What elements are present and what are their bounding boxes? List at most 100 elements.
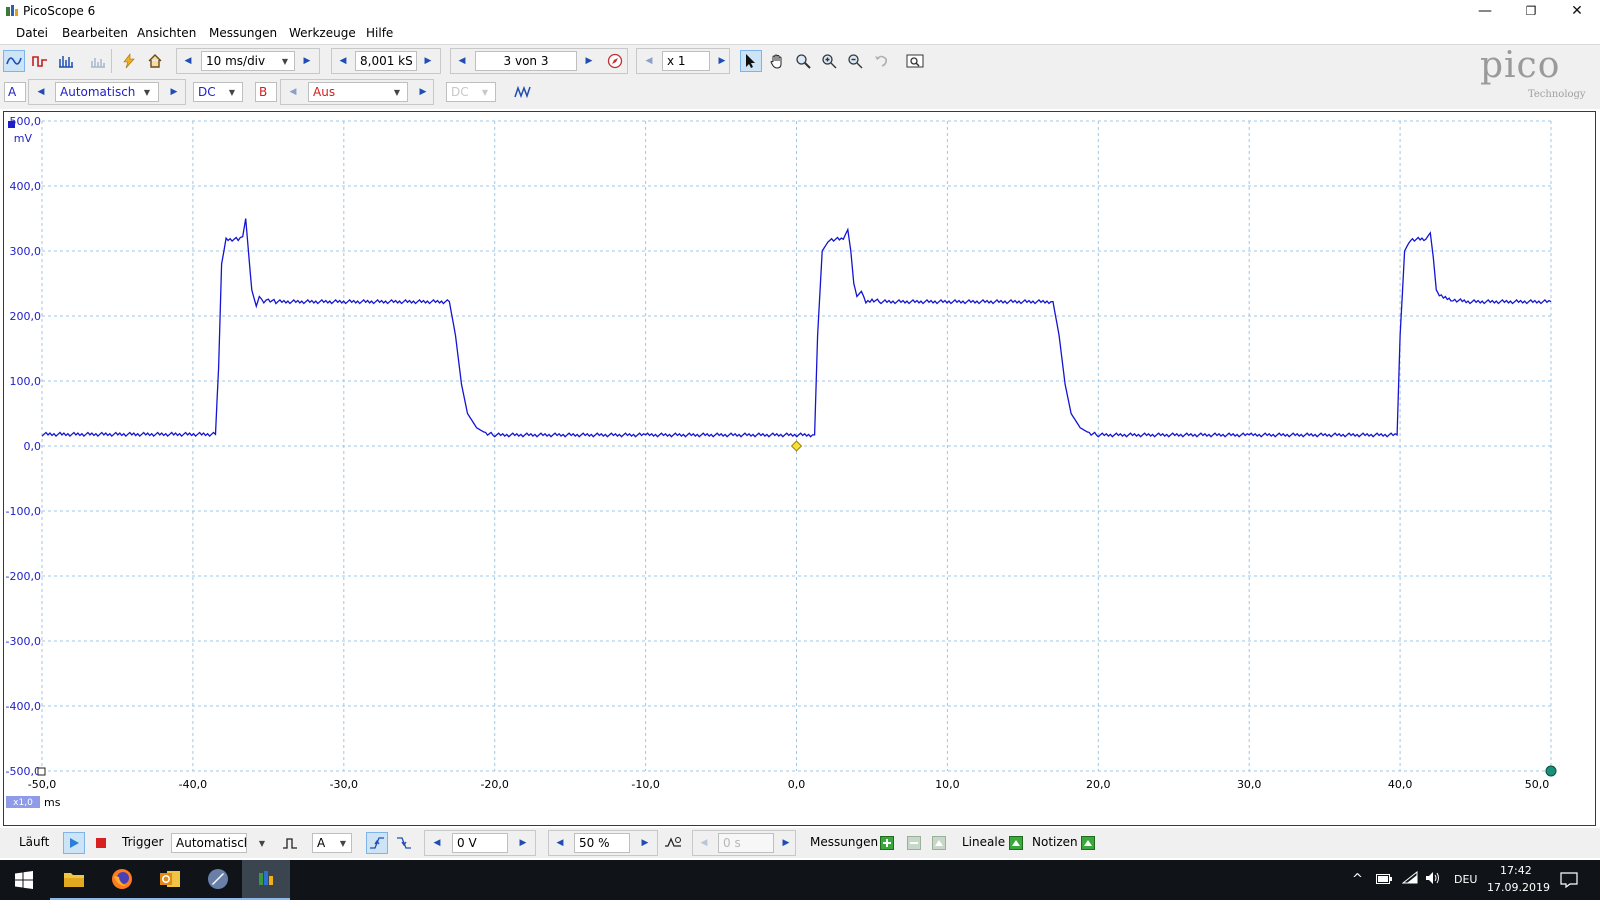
threshold-prev-arrow-icon[interactable]: ◀ [428, 832, 446, 854]
menu-bearbeiten[interactable]: Bearbeiten [62, 26, 128, 40]
picoscope-taskbar-icon[interactable] [242, 860, 290, 900]
stop-button[interactable] [90, 832, 112, 854]
samples-prev-arrow-icon[interactable]: ◀ [334, 50, 352, 72]
zoom-out-icon[interactable] [844, 50, 866, 72]
chevron-down-icon: ▼ [481, 87, 489, 97]
language-indicator[interactable]: DEU [1454, 873, 1477, 886]
x-tick-label: -30,0 [330, 778, 358, 791]
rulers-toggle-icon[interactable] [1005, 832, 1027, 854]
menu-werkzeuge[interactable]: Werkzeuge [289, 26, 356, 40]
chevron-up-icon[interactable]: ^ [1352, 872, 1363, 887]
edit-measurement-icon[interactable] [903, 832, 925, 854]
y-tick-label: -200,0 [6, 570, 41, 583]
advanced-trigger-icon[interactable] [279, 832, 301, 854]
rising-edge-icon[interactable] [366, 832, 388, 854]
chevron-down-icon: ▼ [228, 87, 236, 97]
home-icon[interactable] [144, 50, 166, 72]
x-axis-unit: ms [44, 796, 61, 809]
channel-a-range-next-arrow-icon[interactable]: ▶ [165, 81, 183, 103]
y-tick-label: -300,0 [6, 635, 41, 648]
delay-prev-arrow-icon[interactable]: ◀ [695, 832, 713, 854]
buffer-navigator-compass-icon[interactable] [604, 50, 626, 72]
timebase-prev-arrow-icon[interactable]: ◀ [179, 50, 197, 72]
wifi-icon[interactable] [1402, 871, 1418, 885]
toolbar: ◀ 10 ms/div ▼ ▶ ◀ 8,001 kS ▶ ◀ 3 von 3 ▶… [0, 45, 1600, 109]
view-spectrum-icon[interactable] [87, 50, 109, 72]
clock-time[interactable]: 17:42 [1500, 864, 1532, 877]
close-button[interactable]: ✕ [1554, 0, 1600, 22]
pretrigger-prev-arrow-icon[interactable]: ◀ [551, 832, 569, 854]
samples-next-arrow-icon[interactable]: ▶ [419, 50, 437, 72]
windows-start-icon[interactable] [0, 860, 48, 900]
zoom-next-arrow-icon[interactable]: ▶ [713, 50, 731, 72]
persistence-mode-icon[interactable] [29, 50, 51, 72]
falling-edge-icon[interactable] [393, 832, 415, 854]
volume-icon[interactable] [1425, 871, 1441, 885]
menu-datei[interactable]: Datei [16, 26, 48, 40]
timebase-next-arrow-icon[interactable]: ▶ [298, 50, 316, 72]
restore-button[interactable]: ❐ [1508, 0, 1554, 22]
trigger-timing-icon[interactable] [662, 832, 684, 854]
notes-label: Notizen [1032, 835, 1078, 849]
title-bar: PicoScope 6 — ❐ ✕ [0, 0, 1600, 22]
add-measurement-icon[interactable] [876, 832, 898, 854]
channel-b-range-next-arrow-icon[interactable]: ▶ [414, 81, 432, 103]
ruler-handle-right[interactable] [1545, 765, 1557, 777]
clock-date[interactable]: 17.09.2019 [1487, 881, 1550, 894]
buffer-prev-arrow-icon[interactable]: ◀ [453, 50, 471, 72]
spectrum-mode-icon[interactable] [55, 50, 77, 72]
channel-b-range-prev-arrow-icon[interactable]: ◀ [284, 81, 302, 103]
pretrigger-field[interactable]: 50 % [574, 833, 630, 853]
start-button[interactable] [63, 832, 85, 854]
zoom-window-icon[interactable] [792, 50, 814, 72]
channel-a-range-prev-arrow-icon[interactable]: ◀ [32, 81, 50, 103]
notification-center-icon[interactable] [1560, 872, 1578, 888]
zoom-overview-icon[interactable] [904, 50, 926, 72]
toolbar-separator [111, 49, 112, 73]
samples-field[interactable]: 8,001 kS [355, 51, 417, 71]
y-tick-label: -400,0 [6, 700, 41, 713]
notes-toggle-icon[interactable] [1077, 832, 1099, 854]
undo-zoom-icon[interactable] [870, 50, 892, 72]
zoom-in-icon[interactable] [818, 50, 840, 72]
pointer-tool-icon[interactable] [740, 50, 762, 72]
scope-plot[interactable]: 500,0400,0300,0200,0100,00,0-100,0-200,0… [4, 112, 1595, 825]
trigger-mode-select[interactable]: Automatisch [171, 833, 247, 853]
battery-icon[interactable] [1376, 874, 1392, 884]
delay-field[interactable]: 0 s [718, 833, 774, 853]
channel-a-offset-marker[interactable] [8, 121, 15, 128]
channel-a-button[interactable]: A [4, 82, 26, 102]
file-explorer-icon[interactable] [50, 860, 98, 900]
threshold-next-arrow-icon[interactable]: ▶ [514, 832, 532, 854]
threshold-field[interactable]: 0 V [452, 833, 508, 853]
hand-pan-tool-icon[interactable] [766, 50, 788, 72]
measurements-label: Messungen [810, 835, 879, 849]
zoom-prev-arrow-icon[interactable]: ◀ [640, 50, 658, 72]
zoom-field[interactable]: x 1 [662, 51, 710, 71]
oscilloscope-view[interactable]: 500,0 400,0 300,0 200,0 100,0 0,0 -100,0 -200,0… [3, 111, 1596, 826]
trigger-marker[interactable] [790, 440, 803, 452]
x-scale-badge: x1,0 [13, 798, 33, 808]
delete-measurement-icon[interactable] [928, 832, 950, 854]
status-toolbar: Läuft Trigger Automatisch ▼ A ▼ ◀ 0 V ▶ … [0, 828, 1600, 858]
menu-hilfe[interactable]: Hilfe [366, 26, 393, 40]
scope-mode-icon[interactable] [3, 50, 25, 72]
x-tick-label: 0,0 [788, 778, 806, 791]
signal-generator-icon[interactable] [512, 81, 534, 103]
pretrigger-next-arrow-icon[interactable]: ▶ [636, 832, 654, 854]
firefox-icon[interactable] [98, 860, 146, 900]
menu-messungen[interactable]: Messungen [209, 26, 277, 40]
pico-logo-subtext: Technology [1528, 89, 1586, 100]
ruler-handle-left[interactable] [37, 767, 46, 776]
outlook-icon[interactable] [146, 860, 194, 900]
browser-app-icon[interactable] [194, 860, 242, 900]
buffer-field[interactable]: 3 von 3 [475, 51, 577, 71]
y-tick-label: 400,0 [10, 180, 42, 193]
windows-taskbar: ^ DEU 17:42 17.09.2019 [0, 860, 1600, 900]
auto-setup-lightning-icon[interactable] [118, 50, 140, 72]
buffer-next-arrow-icon[interactable]: ▶ [580, 50, 598, 72]
delay-next-arrow-icon[interactable]: ▶ [777, 832, 795, 854]
channel-b-button[interactable]: B [255, 82, 277, 102]
menu-ansichten[interactable]: Ansichten [137, 26, 196, 40]
minimize-button[interactable]: — [1462, 0, 1508, 22]
